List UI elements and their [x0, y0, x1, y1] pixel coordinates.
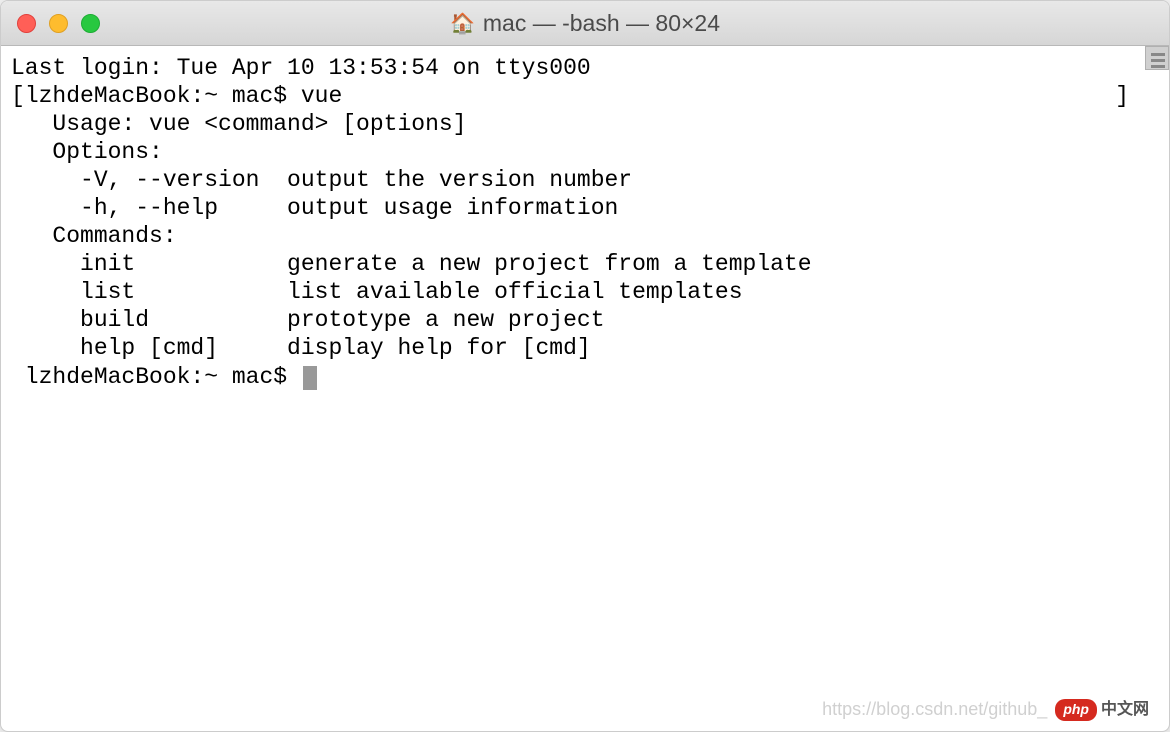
titlebar[interactable]: 🏠 mac — -bash — 80×24	[1, 1, 1169, 46]
command-list-line: list list available official templates	[11, 278, 1159, 306]
terminal-content[interactable]: Last login: Tue Apr 10 13:53:54 on ttys0…	[1, 46, 1169, 731]
close-button[interactable]	[17, 14, 36, 33]
window-title-container: 🏠 mac — -bash — 80×24	[450, 10, 720, 37]
watermark-url: https://blog.csdn.net/github_	[822, 699, 1047, 721]
option-version-line: -V, --version output the version number	[11, 166, 1159, 194]
php-badge: php	[1055, 699, 1097, 720]
home-icon: 🏠	[450, 11, 475, 36]
watermark: https://blog.csdn.net/github_ php 中文网	[822, 699, 1149, 721]
command-init-line: init generate a new project from a templ…	[11, 250, 1159, 278]
watermark-logo: php 中文网	[1055, 699, 1149, 720]
prompt-line-2: lzhdeMacBook:~ mac$	[11, 363, 1159, 391]
bracket-left: [	[11, 83, 25, 109]
traffic-lights	[17, 14, 100, 33]
options-header: Options:	[11, 138, 1159, 166]
terminal-window: 🏠 mac — -bash — 80×24 Last login: Tue Ap…	[0, 0, 1170, 732]
commands-header: Commands:	[11, 222, 1159, 250]
minimize-button[interactable]	[49, 14, 68, 33]
window-title: mac — -bash — 80×24	[483, 10, 720, 37]
option-help-line: -h, --help output usage information	[11, 194, 1159, 222]
usage-line: Usage: vue <command> [options]	[11, 110, 1159, 138]
prompt-text-2: lzhdeMacBook:~ mac$	[11, 364, 301, 390]
last-login-line: Last login: Tue Apr 10 13:53:54 on ttys0…	[11, 54, 1159, 82]
maximize-button[interactable]	[81, 14, 100, 33]
cursor-icon	[303, 366, 317, 390]
prompt-line-1: [lzhdeMacBook:~ mac$ vue]	[11, 82, 1159, 110]
command-help-line: help [cmd] display help for [cmd]	[11, 334, 1159, 362]
prompt-text-1: lzhdeMacBook:~ mac$ vue	[25, 83, 342, 109]
cn-text: 中文网	[1101, 700, 1149, 720]
bracket-right: ]	[1115, 82, 1129, 110]
scroll-indicator-icon[interactable]	[1145, 46, 1169, 70]
command-build-line: build prototype a new project	[11, 306, 1159, 334]
